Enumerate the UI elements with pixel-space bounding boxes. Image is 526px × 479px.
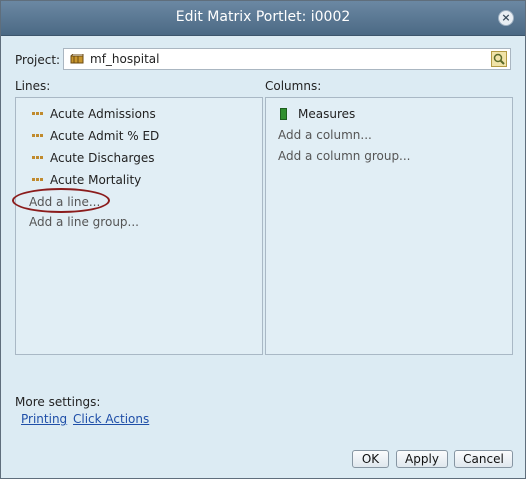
dialog-titlebar[interactable]: Edit Matrix Portlet: i0002 × bbox=[1, 1, 525, 36]
columns-label: Columns: bbox=[265, 79, 322, 93]
cancel-button[interactable]: Cancel bbox=[454, 450, 513, 468]
ok-button[interactable]: OK bbox=[352, 450, 389, 468]
close-icon[interactable]: × bbox=[498, 10, 514, 26]
measure-dots-icon bbox=[32, 112, 43, 116]
add-line-group-link[interactable]: Add a line group... bbox=[29, 215, 139, 229]
lines-panel: Acute Admissions Acute Admit % ED Acute … bbox=[15, 97, 263, 355]
click-actions-link[interactable]: Click Actions bbox=[73, 412, 149, 426]
line-item-label: Acute Discharges bbox=[50, 151, 155, 165]
project-browse-button[interactable] bbox=[491, 51, 507, 67]
edit-matrix-portlet-dialog: Edit Matrix Portlet: i0002 × Project: mf… bbox=[0, 0, 526, 479]
apply-button[interactable]: Apply bbox=[396, 450, 448, 468]
measure-dots-icon bbox=[32, 156, 43, 160]
line-item-label: Acute Mortality bbox=[50, 173, 142, 187]
columns-panel: Measures Add a column... Add a column gr… bbox=[265, 97, 513, 355]
line-item[interactable]: Acute Admissions bbox=[16, 106, 246, 124]
line-item-label: Acute Admit % ED bbox=[50, 129, 160, 143]
measures-group-icon bbox=[280, 108, 287, 120]
line-item[interactable]: Acute Admit % ED bbox=[16, 128, 246, 146]
add-column-group-link[interactable]: Add a column group... bbox=[278, 149, 411, 163]
line-item[interactable]: Acute Discharges bbox=[16, 150, 246, 168]
project-label: Project: bbox=[15, 53, 61, 67]
cube-icon bbox=[70, 54, 84, 64]
project-value: mf_hospital bbox=[90, 52, 160, 66]
project-field[interactable]: mf_hospital bbox=[63, 48, 511, 70]
dialog-title: Edit Matrix Portlet: i0002 bbox=[175, 9, 351, 25]
column-item[interactable]: Measures bbox=[266, 106, 496, 124]
more-settings-label: More settings: bbox=[15, 395, 101, 409]
line-item-label: Acute Admissions bbox=[50, 107, 156, 121]
search-icon bbox=[493, 53, 505, 65]
add-column-link[interactable]: Add a column... bbox=[278, 128, 372, 142]
printing-link[interactable]: Printing bbox=[21, 412, 67, 426]
measure-dots-icon bbox=[32, 134, 43, 138]
column-item-label: Measures bbox=[298, 107, 356, 121]
lines-label: Lines: bbox=[15, 79, 51, 93]
highlight-circle bbox=[12, 188, 110, 213]
measure-dots-icon bbox=[32, 178, 43, 182]
